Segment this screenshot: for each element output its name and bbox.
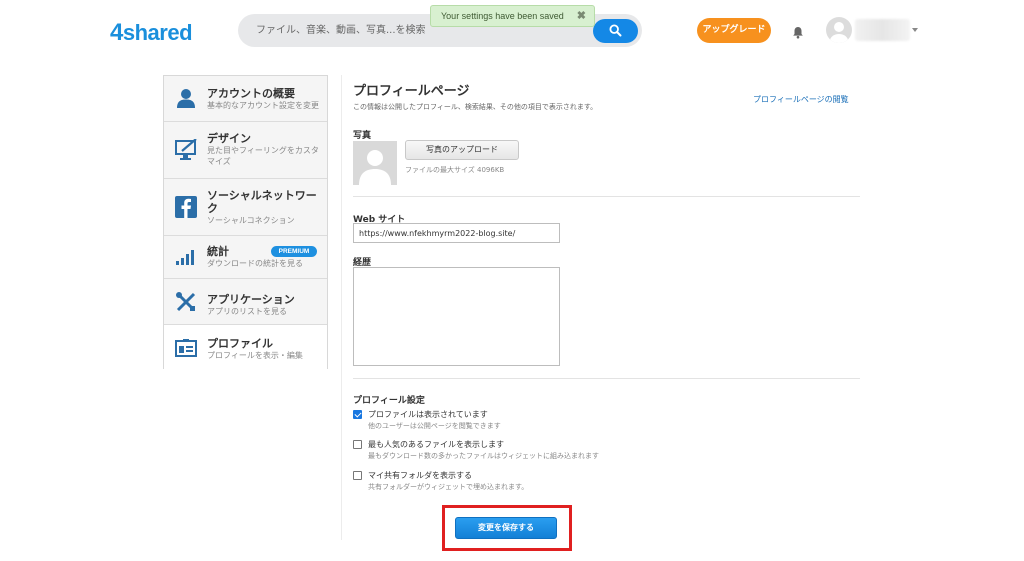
profile-settings-label: プロフィール設定 (353, 396, 425, 406)
page-title: プロフィールページ (353, 84, 470, 99)
max-file-size: ファイルの最大サイズ 4096KB (405, 166, 505, 174)
sidebar-item-label: アカウントの概要 (207, 87, 295, 100)
sidebar-item-design[interactable]: デザイン 見た目やフィーリングをカスタマイズ (164, 122, 327, 179)
divider (341, 75, 342, 540)
tools-icon (176, 292, 196, 312)
sidebar-item-account[interactable]: アカウントの概要 基本的なアカウント設定を変更 (164, 76, 327, 122)
sidebar-item-sub: アプリのリストを見る (207, 307, 287, 316)
monitor-brush-icon (175, 139, 197, 160)
user-silhouette-icon (359, 150, 391, 185)
bell-icon[interactable] (792, 24, 804, 43)
save-changes-button[interactable]: 変更を保存する (455, 517, 557, 539)
header: 4shared Your settings have been saved ✖ … (0, 0, 1024, 62)
option-label: プロファイルは表示されています (368, 410, 488, 419)
logo[interactable]: 4shared (110, 19, 193, 47)
website-field[interactable] (353, 223, 560, 243)
settings-sidebar: アカウントの概要 基本的なアカウント設定を変更 デザイン 見た目やフィーリングを… (163, 75, 328, 369)
upload-photo-button[interactable]: 写真のアップロード (405, 140, 519, 160)
username-blurred[interactable] (855, 19, 910, 41)
sidebar-item-sub: 見た目やフィーリングをカスタマイズ (207, 146, 319, 166)
profile-visible-checkbox[interactable] (353, 410, 362, 419)
divider (353, 196, 860, 197)
user-icon (177, 89, 195, 108)
search-button[interactable] (593, 19, 638, 43)
sidebar-item-sub: プロフィールを表示・編集 (207, 351, 303, 360)
option-sub: 最もダウンロード数の多かったファイルはウィジェットに組み込まれます (368, 452, 599, 460)
view-profile-link[interactable]: プロフィールページの閲覧 (753, 94, 849, 105)
sidebar-item-stats[interactable]: 統計 PREMIUM ダウンロードの統計を見る (164, 236, 327, 279)
popular-files-checkbox[interactable] (353, 440, 362, 449)
facebook-icon (175, 196, 197, 218)
divider (353, 378, 860, 379)
sidebar-item-sub: 基本的なアカウント設定を変更 (207, 101, 319, 110)
close-icon[interactable]: ✖ (577, 10, 586, 22)
toast-message: Your settings have been saved (441, 11, 564, 21)
settings-saved-toast: Your settings have been saved ✖ (430, 5, 595, 27)
bio-textarea[interactable] (353, 267, 560, 366)
sidebar-item-label: アプリケーション (207, 293, 295, 306)
profile-card-icon (175, 339, 197, 357)
option-sub: 他のユーザーは公開ページを閲覧できます (368, 422, 501, 430)
bar-chart-icon (176, 250, 194, 265)
sidebar-item-sub: ダウンロードの統計を見る (207, 259, 303, 268)
page-description: この情報は公開したプロフィール、検索結果、その他の項目で表示されます。 (353, 103, 598, 111)
sidebar-item-label: デザイン (207, 132, 251, 145)
option-sub: 共有フォルダーがウィジェットで埋め込まれます。 (368, 483, 529, 491)
photo-label: 写真 (353, 131, 372, 141)
option-label: マイ共有フォルダを表示する (368, 471, 472, 480)
avatar[interactable] (826, 17, 852, 43)
shared-folder-checkbox[interactable] (353, 471, 362, 480)
sidebar-item-profile[interactable]: プロファイル プロフィールを表示・編集 (164, 325, 327, 369)
profile-photo-placeholder (353, 141, 397, 185)
upgrade-button[interactable]: アップグレード (697, 18, 771, 43)
sidebar-item-apps[interactable]: アプリケーション アプリのリストを見る (164, 279, 327, 325)
sidebar-item-social[interactable]: ソーシャルネットワーク ソーシャルコネクション (164, 179, 327, 236)
search-icon (609, 24, 622, 37)
premium-badge: PREMIUM (271, 246, 317, 257)
option-label: 最も人気のあるファイルを表示します (368, 440, 504, 449)
chevron-down-icon[interactable] (912, 28, 918, 32)
sidebar-item-label: ソーシャルネットワーク (207, 189, 317, 215)
sidebar-item-sub: ソーシャルコネクション (207, 216, 295, 225)
logo-digit: 4 (110, 19, 123, 46)
sidebar-item-label: プロファイル (207, 337, 273, 350)
logo-text: shared (122, 20, 193, 45)
